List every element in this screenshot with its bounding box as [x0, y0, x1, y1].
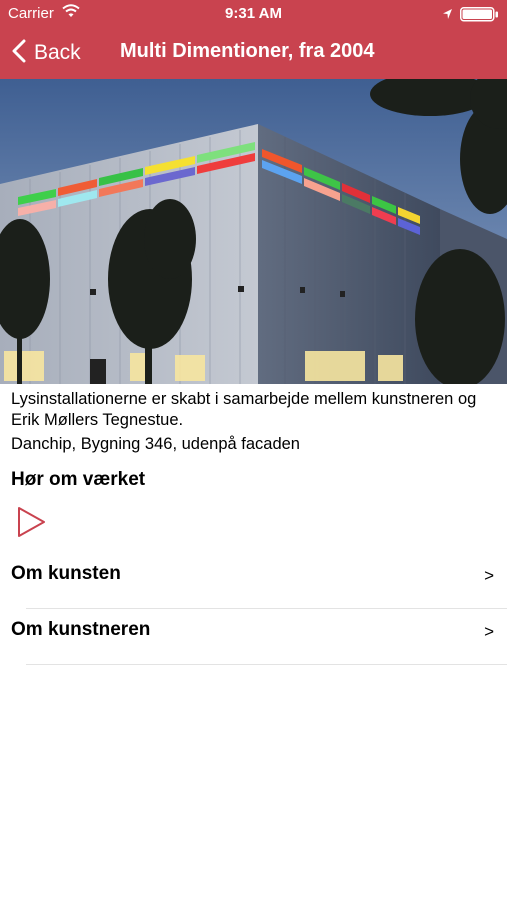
chevron-right-icon: > — [484, 622, 494, 641]
audio-heading: Hør om værket — [11, 469, 146, 490]
back-button-label: Back — [34, 41, 81, 64]
artwork-photo — [0, 79, 507, 384]
chevron-right-icon: > — [484, 566, 494, 585]
location-arrow-icon — [442, 7, 453, 25]
menu-item-label: Om kunsten — [11, 563, 121, 584]
artwork-description: Lysinstallationerne er skabt i samarbejd… — [11, 390, 477, 429]
divider — [26, 664, 507, 665]
navigation-bar: Back Multi Dimentioner, fra 2004 — [0, 28, 507, 79]
menu-item-label: Om kunstneren — [11, 619, 151, 640]
menu-item-om-kunsten[interactable]: Om kunsten > — [0, 548, 507, 604]
menu-item-om-kunstneren[interactable]: Om kunstneren > — [0, 604, 507, 660]
chevron-left-icon — [12, 39, 26, 68]
clock-time: 9:31 AM — [225, 5, 282, 22]
battery-icon — [460, 7, 500, 27]
artwork-location: Danchip, Bygning 346, udenpå facaden — [11, 435, 300, 453]
play-icon[interactable] — [16, 506, 46, 543]
back-button[interactable]: Back — [12, 37, 81, 69]
status-bar: Carrier 9:31 AM — [0, 0, 507, 28]
page-title: Multi Dimentioner, fra 2004 — [120, 40, 375, 62]
